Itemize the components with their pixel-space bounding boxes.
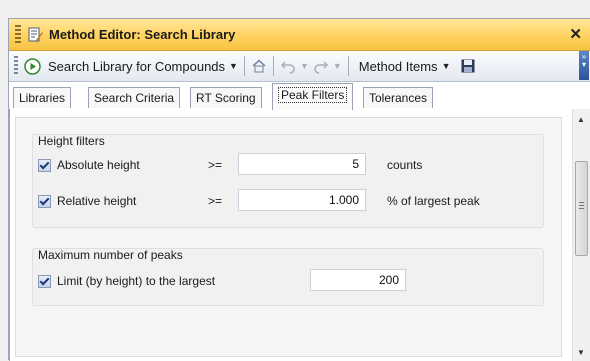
limit-peaks-label: Limit (by height) to the largest <box>57 274 216 288</box>
toolbar: Search Library for Compounds ▼ ▼ ▼ Metho… <box>9 51 590 82</box>
redo-dropdown-icon[interactable]: ▼ <box>333 61 342 71</box>
home-icon[interactable] <box>251 58 267 74</box>
thumb-grip-icon <box>579 202 584 209</box>
absolute-height-operator: >= <box>208 158 223 172</box>
save-icon[interactable] <box>460 58 476 74</box>
relative-height-unit: % of largest peak <box>387 194 480 208</box>
close-icon[interactable]: ✕ <box>569 25 582 43</box>
undo-dropdown-icon[interactable]: ▼ <box>300 61 309 71</box>
limit-peaks-input[interactable]: 200 <box>310 269 406 291</box>
scroll-thumb[interactable] <box>575 161 588 256</box>
search-library-button[interactable]: Search Library for Compounds <box>48 59 225 74</box>
tab-search-criteria[interactable]: Search Criteria <box>88 87 181 108</box>
scroll-up-icon[interactable]: ▲ <box>577 115 585 124</box>
method-items-dropdown-icon[interactable]: ▼ <box>442 61 451 71</box>
search-library-dropdown-icon[interactable]: ▼ <box>229 61 238 71</box>
toolbar-separator <box>347 56 349 76</box>
limit-peaks-checkbox[interactable] <box>38 275 51 288</box>
group-title: Height filters <box>38 134 105 148</box>
vertical-scrollbar[interactable]: ▲ ▼ <box>572 109 590 361</box>
peak-filters-panel: Height filters Absolute height >= 5 coun… <box>9 109 590 361</box>
method-editor-window: Method Editor: Search Library ✕ Search L… <box>8 18 590 361</box>
tab-libraries[interactable]: Libraries <box>13 87 72 108</box>
run-icon[interactable] <box>24 57 41 75</box>
relative-height-checkbox[interactable] <box>38 195 51 208</box>
toolbar-grip-icon[interactable] <box>14 56 18 76</box>
absolute-height-checkbox[interactable] <box>38 159 51 172</box>
tab-tolerances[interactable]: Tolerances <box>363 87 434 108</box>
toolbar-separator <box>243 56 245 76</box>
group-title: Maximum number of peaks <box>38 248 183 262</box>
undo-icon[interactable] <box>280 58 296 74</box>
tab-label: RT Scoring <box>196 91 256 105</box>
tab-label: Peak Filters <box>278 87 348 103</box>
absolute-height-input[interactable]: 5 <box>238 153 366 175</box>
tab-label: Search Criteria <box>94 91 175 105</box>
max-peaks-group: Maximum number of peaks Limit (by height… <box>32 248 544 306</box>
relative-height-operator: >= <box>208 194 223 208</box>
absolute-height-unit: counts <box>387 158 423 172</box>
grip-icon[interactable] <box>15 24 21 45</box>
tab-label: Libraries <box>19 91 66 105</box>
title-bar[interactable]: Method Editor: Search Library ✕ <box>9 19 590 51</box>
tab-rt-scoring[interactable]: RT Scoring <box>190 87 262 108</box>
tab-strip: Libraries Search Criteria RT Scoring Pea… <box>9 82 590 110</box>
settings-panel: Height filters Absolute height >= 5 coun… <box>15 117 562 357</box>
window-title: Method Editor: Search Library <box>49 27 236 42</box>
relative-height-label: Relative height <box>57 194 137 208</box>
overflow-icon[interactable]: » ▾ <box>579 51 589 80</box>
scroll-down-icon[interactable]: ▼ <box>577 348 585 357</box>
tab-label: Tolerances <box>369 91 428 105</box>
method-editor-icon <box>28 27 43 41</box>
toolbar-separator <box>272 56 274 76</box>
relative-height-input[interactable]: 1.000 <box>238 189 366 211</box>
redo-icon[interactable] <box>313 58 329 74</box>
absolute-height-label: Absolute height <box>57 158 140 172</box>
height-filters-group: Height filters Absolute height >= 5 coun… <box>32 134 544 228</box>
tab-peak-filters[interactable]: Peak Filters <box>272 83 354 110</box>
method-items-button[interactable]: Method Items <box>359 59 438 74</box>
